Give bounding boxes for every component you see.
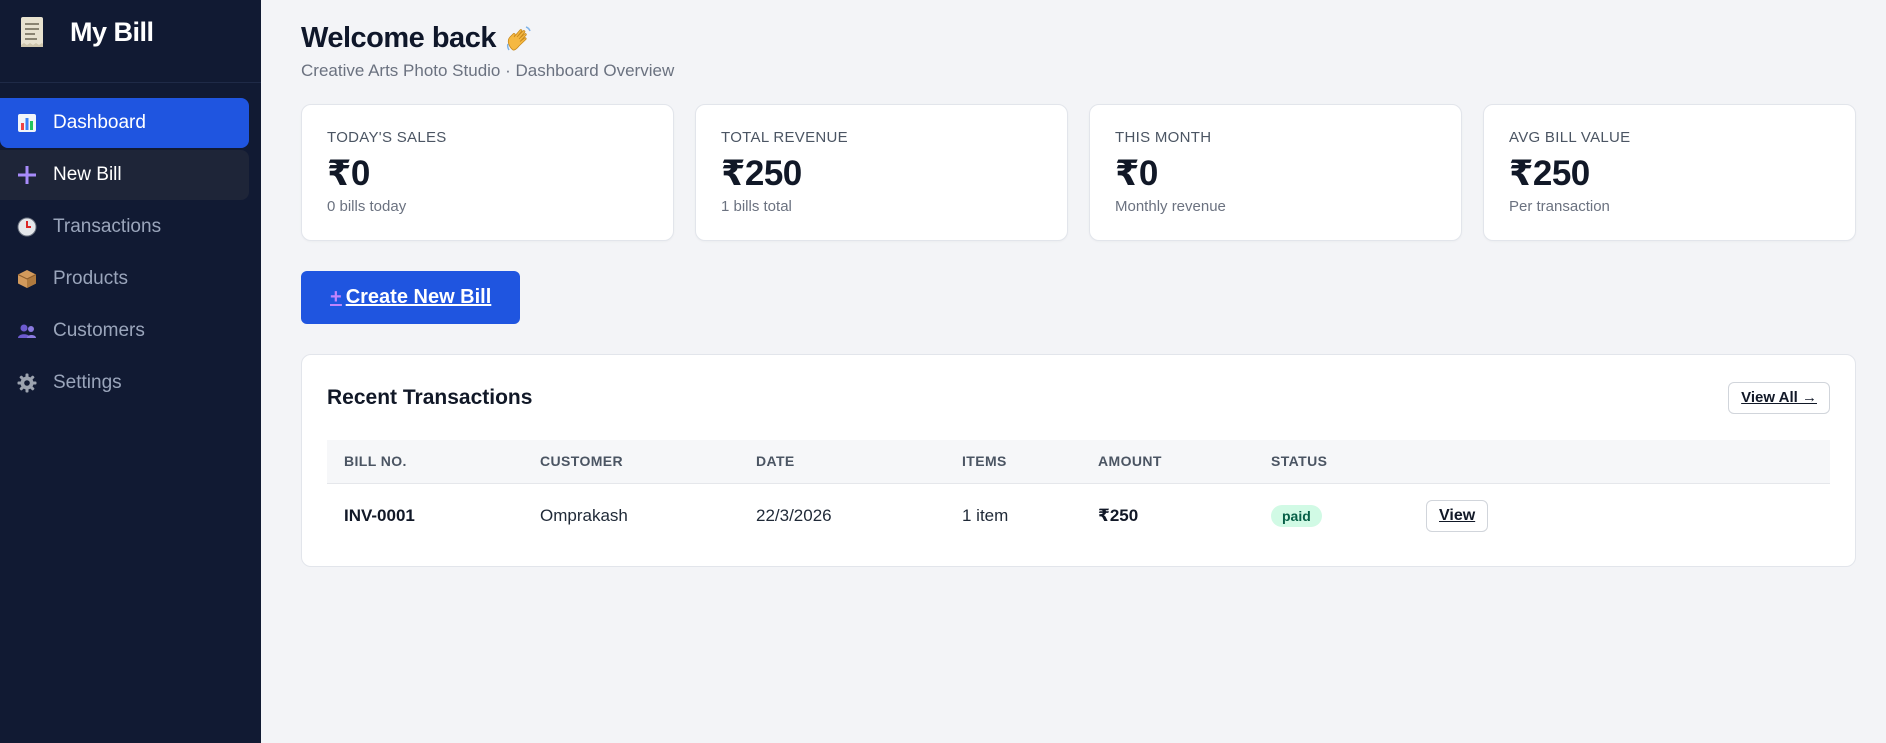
sidebar-item-products[interactable]: Products (0, 254, 249, 304)
sidebar-item-label: Customers (53, 320, 145, 341)
package-icon (16, 268, 38, 290)
plus-icon: + (330, 286, 342, 308)
brand: My Bill (0, 0, 261, 83)
column-header-date: DATE (739, 440, 945, 484)
stat-sub: Monthly revenue (1115, 198, 1226, 215)
sidebar-item-new-bill[interactable]: New Bill (0, 150, 249, 200)
page-title: Welcome back (301, 22, 1858, 55)
stat-value: ₹0 (1115, 154, 1158, 193)
stat-sub: 0 bills today (327, 198, 407, 215)
column-header-items: ITEMS (945, 440, 1081, 484)
chart-icon (16, 112, 38, 134)
plus-icon (16, 164, 38, 186)
stat-sub: Per transaction (1509, 198, 1610, 215)
view-all-button[interactable]: View All → (1728, 381, 1830, 414)
stat-label: TODAY'S SALES (327, 129, 447, 146)
cell-amount: ₹250 (1098, 506, 1139, 526)
stat-card-todays-sales: TODAY'S SALES ₹0 0 bills today (301, 104, 674, 241)
cell-date: 22/3/2026 (756, 506, 832, 526)
panel-header: Recent Transactions View All → (327, 355, 1830, 440)
gear-icon (16, 372, 38, 394)
page-subtitle: Creative Arts Photo Studio · Dashboard O… (301, 61, 675, 80)
stat-card-total-revenue: TOTAL REVENUE ₹250 1 bills total (695, 104, 1068, 241)
cell-bill-no: INV-0001 (344, 506, 415, 526)
app-root: My Bill Dashboard New Bill Transactions … (0, 0, 1886, 743)
stat-value: ₹250 (1509, 154, 1590, 193)
table-header-row: BILL NO. CUSTOMER DATE ITEMS AMOUNT STAT… (327, 440, 1830, 484)
main-content: Welcome back Creative Arts Photo Studio … (261, 0, 1886, 743)
create-new-bill-button[interactable]: + Create New Bill (301, 271, 521, 324)
column-header-bill-no: BILL NO. (327, 440, 523, 484)
cell-customer: Omprakash (540, 506, 628, 526)
receipt-icon (18, 15, 46, 49)
recent-transactions-panel: Recent Transactions View All → BILL NO. … (301, 354, 1856, 567)
sidebar-item-customers[interactable]: Customers (0, 306, 249, 356)
stat-label: AVG BILL VALUE (1509, 129, 1631, 146)
column-header-amount: AMOUNT (1081, 440, 1254, 484)
sidebar-item-label: Dashboard (53, 112, 146, 133)
brand-title: My Bill (70, 16, 154, 47)
transactions-table: BILL NO. CUSTOMER DATE ITEMS AMOUNT STAT… (327, 440, 1830, 549)
sidebar-item-label: Transactions (53, 216, 162, 237)
stat-label: THIS MONTH (1115, 129, 1212, 146)
sidebar-item-label: New Bill (53, 164, 122, 185)
sidebar: My Bill Dashboard New Bill Transactions … (0, 0, 261, 743)
cell-status: paid (1254, 483, 1409, 549)
waving-hand-icon (504, 24, 534, 54)
column-header-status: STATUS (1254, 440, 1409, 484)
sidebar-nav: Dashboard New Bill Transactions Products… (0, 83, 261, 408)
table-row: INV-0001 Omprakash 22/3/2026 1 item ₹250… (327, 483, 1830, 549)
stat-card-avg-bill-value: AVG BILL VALUE ₹250 Per transaction (1483, 104, 1856, 241)
sidebar-item-settings[interactable]: Settings (0, 358, 249, 408)
clock-icon (16, 216, 38, 238)
stat-sub: 1 bills total (721, 198, 792, 215)
status-badge: paid (1271, 505, 1322, 528)
sidebar-item-label: Settings (53, 372, 122, 393)
column-header-actions (1409, 440, 1830, 484)
stat-value: ₹0 (327, 154, 370, 193)
cell-items: 1 item (962, 506, 1009, 526)
stat-value: ₹250 (721, 154, 802, 193)
stat-label: TOTAL REVENUE (721, 129, 848, 146)
stats-row: TODAY'S SALES ₹0 0 bills today TOTAL REV… (301, 104, 1858, 241)
create-new-bill-label: Create New Bill (345, 286, 492, 308)
page-title-text: Welcome back (301, 22, 496, 54)
stat-card-this-month: THIS MONTH ₹0 Monthly revenue (1089, 104, 1462, 241)
column-header-customer: CUSTOMER (523, 440, 739, 484)
view-transaction-button[interactable]: View (1426, 500, 1489, 533)
sidebar-item-transactions[interactable]: Transactions (0, 202, 249, 252)
panel-title: Recent Transactions (327, 385, 533, 409)
users-icon (16, 320, 38, 342)
sidebar-item-label: Products (53, 268, 128, 289)
sidebar-item-dashboard[interactable]: Dashboard (0, 98, 249, 148)
cell-action: View (1409, 483, 1830, 549)
